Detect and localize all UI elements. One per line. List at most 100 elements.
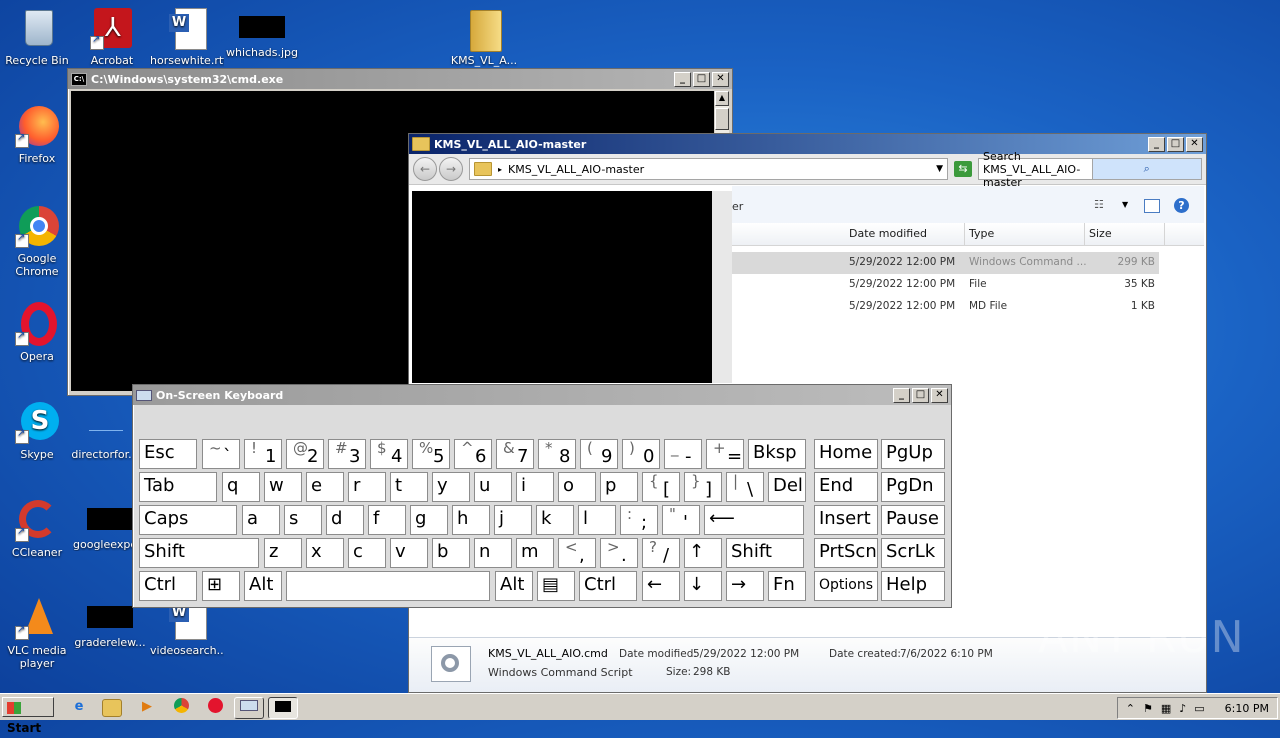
clock[interactable]: 6:10 PM	[1225, 702, 1269, 715]
pause-key[interactable]: Pause	[881, 505, 945, 535]
key-f[interactable]: f	[368, 505, 406, 535]
key-\[interactable]: | \	[726, 472, 764, 502]
key-[[interactable]: {[	[642, 472, 680, 502]
key-r[interactable]: r	[348, 472, 386, 502]
desktop-icon-skype[interactable]: S Skype	[0, 400, 74, 461]
desktop-icon-recycle-bin[interactable]: Recycle Bin	[0, 6, 74, 67]
key-s[interactable]: s	[284, 505, 322, 535]
key-h[interactable]: h	[452, 505, 490, 535]
key-2[interactable]: @2	[286, 439, 324, 469]
delete-key[interactable]: Del	[768, 472, 806, 502]
key-w[interactable]: w	[264, 472, 302, 502]
key-y[interactable]: y	[432, 472, 470, 502]
desktop-icon-opera[interactable]: Opera	[0, 302, 74, 363]
osk-taskbar-button[interactable]	[234, 697, 264, 719]
end-key[interactable]: End	[814, 472, 878, 502]
desktop-icon-ccleaner[interactable]: CCleaner	[0, 498, 74, 559]
key-7[interactable]: & 7	[496, 439, 534, 469]
ctrl-key[interactable]: Ctrl	[139, 571, 197, 601]
refresh-icon[interactable]: ⇆	[954, 161, 972, 177]
cmd-taskbar-button[interactable]	[268, 697, 298, 719]
key-6[interactable]: ^ 6	[454, 439, 492, 469]
tab-key[interactable]: Tab	[139, 472, 217, 502]
key-=[interactable]: + =	[706, 439, 744, 469]
opera-taskbar-icon[interactable]	[204, 697, 226, 717]
desktop-icon-jpg[interactable]: whichads.jpg	[225, 6, 299, 59]
close-button[interactable]: ✕	[1186, 136, 1203, 152]
show-hidden-icons-icon[interactable]: ⌃	[1126, 702, 1135, 715]
file-row[interactable]: 5/29/2022 12:00 PM File 35 KB	[732, 274, 1159, 296]
start-button[interactable]: Start	[2, 697, 54, 735]
print-screen-key[interactable]: PrtScn	[814, 538, 878, 568]
explorer-folder-icon[interactable]	[102, 699, 122, 717]
breadcrumb[interactable]: KMS_VL_ALL_AIO-master	[508, 163, 930, 176]
key-n[interactable]: n	[474, 538, 512, 568]
shift-key[interactable]: Shift	[139, 538, 259, 568]
file-row[interactable]: 5/29/2022 12:00 PM MD File 1 KB	[732, 296, 1159, 318]
chevron-down-icon[interactable]: ▼	[936, 164, 943, 174]
key-`[interactable]: ~ `	[202, 439, 240, 469]
alt-key[interactable]: Alt	[495, 571, 533, 601]
key-c[interactable]: c	[348, 538, 386, 568]
key-5[interactable]: % 5	[412, 439, 450, 469]
desktop-icon-directorfor[interactable]: directorfor...	[68, 400, 142, 461]
key-o[interactable]: o	[558, 472, 596, 502]
key-e[interactable]: e	[306, 472, 344, 502]
column-header-size[interactable]: Size	[1084, 223, 1165, 245]
key-'[interactable]: " '	[662, 505, 700, 535]
desktop-icon-rtf[interactable]: W horsewhite.rtf	[150, 6, 224, 67]
key-.[interactable]: >.	[600, 538, 638, 568]
insert-key[interactable]: Insert	[814, 505, 878, 535]
search-icon[interactable]: ⌕	[1091, 159, 1201, 179]
key-z[interactable]: z	[264, 538, 302, 568]
key-m[interactable]: m	[516, 538, 554, 568]
cmd-title-bar[interactable]: C:\ C:\Windows\system32\cmd.exe _ □ ✕	[68, 69, 732, 89]
search-input[interactable]: Search KMS_VL_ALL_AIO-master	[983, 150, 1092, 189]
home-key[interactable]: Home	[814, 439, 878, 469]
key-x[interactable]: x	[306, 538, 344, 568]
key-4[interactable]: $4	[370, 439, 408, 469]
chrome-taskbar-icon[interactable]	[170, 697, 192, 717]
up-arrow-key[interactable]: ↑	[684, 538, 722, 568]
column-header-date[interactable]: Date modified	[844, 223, 965, 245]
scroll-up-arrow[interactable]: ▲	[715, 91, 729, 106]
desktop-icon-firefox[interactable]: Firefox	[0, 104, 74, 165]
preview-pane-icon[interactable]	[1144, 199, 1160, 213]
key-3[interactable]: #3	[328, 439, 366, 469]
space-key[interactable]	[286, 571, 490, 601]
desktop-icon-acrobat[interactable]: ⅄ Acrobat	[75, 6, 149, 67]
key-/[interactable]: ? /	[642, 538, 680, 568]
shift-key[interactable]: Shift	[726, 538, 804, 568]
key-t[interactable]: t	[390, 472, 428, 502]
caps-lock-key[interactable]: Caps	[139, 505, 237, 535]
maximize-button[interactable]: □	[693, 71, 710, 87]
minimize-button[interactable]: _	[674, 71, 691, 87]
menu-key[interactable]: ▤	[537, 571, 575, 601]
close-button[interactable]: ✕	[712, 71, 729, 87]
key-;[interactable]: :;	[620, 505, 658, 535]
action-center-flag-icon[interactable]: ⚑	[1143, 702, 1153, 715]
key-0[interactable]: ) 0	[622, 439, 660, 469]
alt-key[interactable]: Alt	[244, 571, 282, 601]
key-k[interactable]: k	[536, 505, 574, 535]
key-b[interactable]: b	[432, 538, 470, 568]
fn-key[interactable]: Fn	[768, 571, 806, 601]
key-v[interactable]: v	[390, 538, 428, 568]
column-header-type[interactable]: Type	[964, 223, 1085, 245]
key-u[interactable]: u	[474, 472, 512, 502]
vertical-scrollbar[interactable]	[712, 191, 732, 383]
key-8[interactable]: * 8	[538, 439, 576, 469]
media-player-icon[interactable]: ▶	[136, 697, 158, 717]
minimize-button[interactable]: _	[1148, 136, 1165, 152]
forward-arrow-icon[interactable]: →	[439, 157, 463, 181]
key-][interactable]: }]	[684, 472, 722, 502]
right-arrow-key[interactable]: →	[726, 571, 764, 601]
power-icon[interactable]: ▭	[1194, 702, 1204, 715]
back-arrow-icon[interactable]: ←	[413, 157, 437, 181]
volume-icon[interactable]: ♪	[1179, 702, 1186, 715]
key-d[interactable]: d	[326, 505, 364, 535]
key-i[interactable]: i	[516, 472, 554, 502]
help-key[interactable]: Help	[881, 571, 945, 601]
key--[interactable]: _ -	[664, 439, 702, 469]
key-g[interactable]: g	[410, 505, 448, 535]
